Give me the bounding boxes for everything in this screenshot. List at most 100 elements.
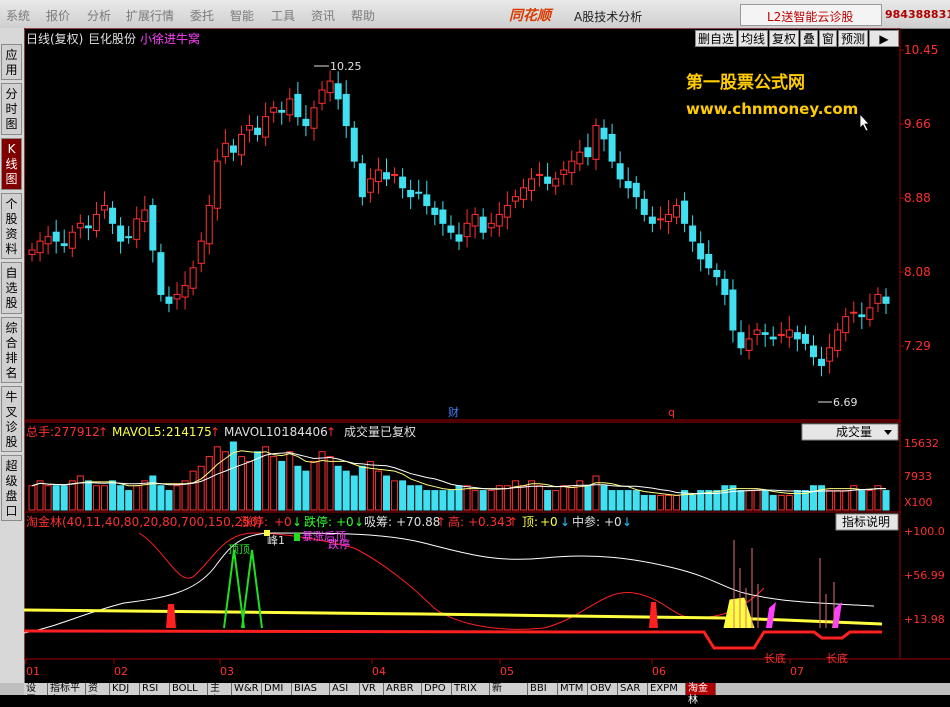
mouse-cursor-icon (859, 112, 870, 132)
tab-timeshare[interactable]: 分时图 (1, 83, 22, 135)
svg-text:↑: ↑ (508, 515, 518, 529)
volume-bar (326, 456, 334, 511)
window-button[interactable]: 窗 (819, 30, 837, 47)
bottom-tab-20[interactable]: EXPM (648, 683, 686, 695)
candle-body (544, 176, 552, 184)
annotation-long-bottom: 长底 (764, 651, 786, 665)
kline-chart[interactable]: 10.45 9.66 8.88 8.08 7.29 日线(复权) 巨化股份 小徐… (23, 27, 950, 683)
forecast-button[interactable]: 预测 (838, 30, 868, 47)
tab-stock-info[interactable]: 个股资料 (1, 193, 22, 259)
bottom-tab-13[interactable]: DPO (422, 683, 452, 695)
candle-body (358, 163, 366, 198)
param-limit-up-label: 涨停: (240, 514, 268, 529)
volume-bar (342, 470, 350, 511)
menu-item-order[interactable]: 委托 (190, 7, 214, 24)
bottom-tab-4[interactable]: RSI (140, 683, 170, 695)
volume-bar (60, 485, 68, 511)
candle-body (761, 332, 769, 335)
remove-watchlist-button[interactable]: 删自选 (695, 30, 737, 47)
candle-body (439, 209, 447, 224)
bottom-tab-5[interactable]: BOLL (170, 683, 208, 695)
candle-body (463, 222, 471, 238)
candle-body (382, 172, 390, 180)
menu-item-news[interactable]: 资讯 (311, 7, 335, 24)
bottom-tab-0[interactable]: 设置 (24, 683, 48, 706)
candle-body (850, 311, 858, 314)
volume-axis-unit: X100 (904, 496, 933, 509)
price-axis-label: 7.29 (904, 339, 931, 353)
candle-body (415, 191, 423, 194)
volume-bar (584, 485, 592, 511)
bottom-tab-19[interactable]: SAR (618, 683, 648, 695)
volume-bar (608, 490, 616, 511)
menu-item-tools[interactable]: 工具 (271, 7, 295, 24)
candle-body (705, 253, 713, 269)
candle-body (246, 125, 254, 131)
candle-body (181, 285, 189, 298)
candle-body (834, 329, 842, 351)
bottom-tab-2[interactable]: 资讯 (86, 683, 110, 706)
tab-ranking[interactable]: 综合排名 (1, 317, 22, 383)
volume-bar (125, 490, 133, 511)
finance-marker[interactable]: 财 (448, 405, 459, 419)
bottom-tab-7[interactable]: W&R (232, 683, 262, 695)
bottom-tab-18[interactable]: OBV (588, 683, 618, 695)
volume-bar (479, 490, 487, 511)
bottom-tab-9[interactable]: BIAS (292, 683, 330, 695)
x-axis-label: 06 (652, 665, 666, 678)
event-marker[interactable]: q (668, 406, 675, 419)
bottom-tab-8[interactable]: DMI (262, 683, 292, 695)
ma-button[interactable]: 均线 (738, 30, 768, 47)
volume-bar (270, 456, 278, 511)
bottom-tab-3[interactable]: KDJ (110, 683, 140, 695)
overlay-button[interactable]: 叠 (800, 30, 818, 47)
menu-item-extended[interactable]: 扩展行情 (126, 7, 174, 24)
bottom-tab-12[interactable]: ARBR (384, 683, 422, 695)
candle-body (503, 205, 511, 218)
candle-body (745, 338, 753, 351)
bottom-tab-1[interactable]: 指标平台 (48, 683, 86, 706)
bottom-tab-10[interactable]: ASI (330, 683, 360, 695)
menu-item-smart[interactable]: 智能 (230, 7, 254, 24)
adjust-button[interactable]: 复权 (769, 30, 799, 47)
tab-apps[interactable]: 应用 (1, 44, 22, 80)
candle-body (793, 332, 801, 340)
indicator-red-base-line (23, 629, 882, 650)
volume-bar (52, 485, 60, 511)
menu-item-analysis[interactable]: 分析 (87, 7, 111, 24)
bottom-tab-16[interactable]: BBI (528, 683, 558, 695)
volume-bar (117, 485, 125, 511)
candle-body (334, 83, 342, 100)
candle-body (552, 178, 560, 187)
promo-button[interactable]: L2送智能云诊股 (740, 4, 882, 26)
price-axis-label: 10.45 (904, 43, 938, 57)
candle-body (471, 213, 479, 227)
volume-bar (439, 490, 447, 511)
volume-bar (382, 475, 390, 511)
tab-diagnosis[interactable]: 牛叉诊股 (1, 386, 22, 452)
left-tab-bar: 应用 分时图 K线图 个股资料 自选股 综合排名 牛叉诊股 超级盘口 (0, 28, 25, 683)
candle-body (713, 269, 721, 278)
indicator-axis-label: +56.99 (904, 569, 945, 582)
bottom-tab-11[interactable]: VR (360, 683, 384, 695)
tab-super-book[interactable]: 超级盘口 (1, 455, 22, 521)
bottom-tab-17[interactable]: MTM (558, 683, 588, 695)
candle-body (431, 207, 439, 215)
bottom-tab-14[interactable]: TRIX (452, 683, 490, 695)
bottom-tab-6[interactable]: 主力 (208, 683, 232, 706)
more-button[interactable]: ▶ (869, 30, 899, 47)
menu-item-system[interactable]: 系统 (6, 7, 30, 24)
menu-item-quote[interactable]: 报价 (46, 7, 70, 24)
bottom-tab-15[interactable]: 新DMA (490, 683, 528, 706)
menu-item-help[interactable]: 帮助 (351, 7, 375, 24)
indicator-green-block (294, 533, 300, 541)
bottom-tab-21[interactable]: 淘金林 (686, 683, 716, 706)
chart-area[interactable]: 10.45 9.66 8.88 8.08 7.29 日线(复权) 巨化股份 小徐… (23, 27, 950, 683)
volume-bar (560, 485, 568, 511)
tab-kline[interactable]: K线图 (1, 138, 22, 190)
tab-watchlist[interactable]: 自选股 (1, 262, 22, 314)
candle-body (84, 225, 92, 229)
candle-body (92, 213, 100, 231)
indicator-title: 淘金林(40,11,40,80,20,80,700,150,250) (26, 514, 262, 529)
candle-body (818, 358, 826, 367)
